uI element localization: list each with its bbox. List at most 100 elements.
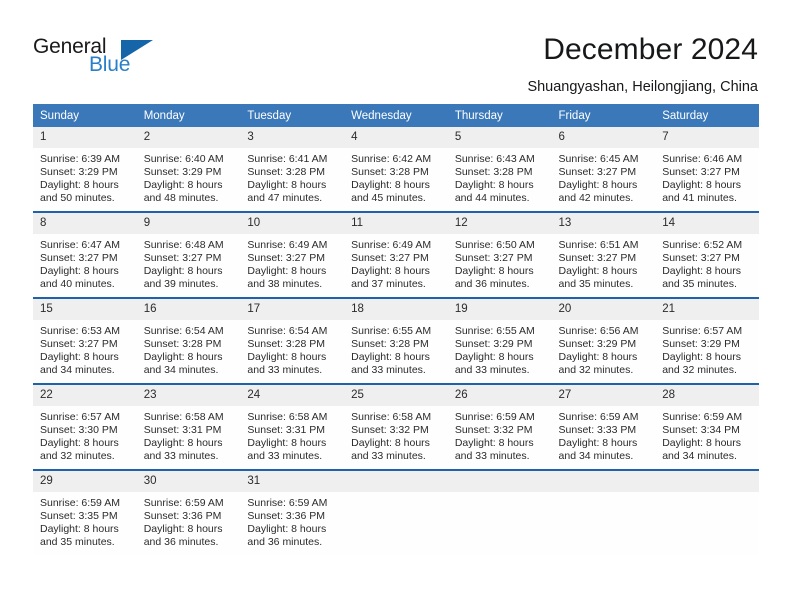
calendar-day-cell[interactable]: 20 Sunrise: 6:56 AM Sunset: 3:29 PM Dayligh…: [551, 297, 656, 384]
sunrise-text: Sunrise: 6:47 AM: [40, 239, 120, 251]
calendar-day-cell[interactable]: 13 Sunrise: 6:51 AM Sunset: 3:27 PM Dayligh…: [551, 211, 656, 298]
day-details: Sunrise: 6:49 AM Sunset: 3:27 PM Daylight:…: [344, 234, 448, 291]
calendar-day-cell[interactable]: 4 Sunrise: 6:42 AM Sunset: 3:28 PM Daylight…: [344, 127, 448, 212]
sunrise-text: Sunrise: 6:39 AM: [40, 153, 120, 165]
day-details: Sunrise: 6:59 AM Sunset: 3:36 PM Daylight:…: [137, 492, 241, 549]
daylight-text-line1: Daylight: 8 hours: [558, 179, 638, 192]
daylight-text-line2: and 34 minutes.: [558, 450, 634, 463]
calendar-day-cell-empty: [551, 469, 656, 555]
calendar-week-row: 8 Sunrise: 6:47 AM Sunset: 3:27 PM Daylight…: [33, 211, 759, 298]
calendar-day-cell[interactable]: 26 Sunrise: 6:59 AM Sunset: 3:32 PM Dayligh…: [447, 383, 552, 470]
sunset-text: Sunset: 3:28 PM: [351, 338, 429, 351]
day-details: Sunrise: 6:42 AM Sunset: 3:28 PM Daylight:…: [344, 148, 448, 205]
day-number: 15: [33, 299, 137, 320]
calendar-day-cell[interactable]: 19 Sunrise: 6:55 AM Sunset: 3:29 PM Dayligh…: [447, 297, 552, 384]
sunrise-text: Sunrise: 6:43 AM: [454, 153, 535, 165]
calendar-day-cell[interactable]: 12 Sunrise: 6:50 AM Sunset: 3:27 PM Dayligh…: [447, 211, 552, 298]
calendar-day-cell[interactable]: 30 Sunrise: 6:59 AM Sunset: 3:36 PM Dayligh…: [136, 469, 241, 555]
calendar-day-cell[interactable]: 3 Sunrise: 6:41 AM Sunset: 3:28 PM Daylight…: [240, 127, 345, 212]
calendar-day-cell-empty: [655, 469, 759, 555]
daylight-text-line2: and 47 minutes.: [247, 192, 323, 205]
daylight-text-line1: Daylight: 8 hours: [247, 437, 327, 450]
calendar-day-cell[interactable]: 31 Sunrise: 6:59 AM Sunset: 3:36 PM Dayligh…: [240, 469, 345, 555]
calendar-day-cell[interactable]: 23 Sunrise: 6:58 AM Sunset: 3:31 PM Dayligh…: [136, 383, 241, 470]
sunset-text: Sunset: 3:27 PM: [143, 252, 222, 265]
sunset-text: Sunset: 3:27 PM: [558, 252, 637, 265]
sunrise-text: Sunrise: 6:50 AM: [454, 239, 535, 251]
daylight-text-line2: and 38 minutes.: [247, 278, 323, 291]
sunrise-text: Sunrise: 6:59 AM: [558, 411, 639, 423]
calendar-day-cell[interactable]: 6 Sunrise: 6:45 AM Sunset: 3:27 PM Daylight…: [551, 127, 656, 212]
day-details: Sunrise: 6:56 AM Sunset: 3:29 PM Daylight:…: [552, 320, 656, 377]
calendar-day-cell[interactable]: 21 Sunrise: 6:57 AM Sunset: 3:29 PM Dayligh…: [655, 297, 759, 384]
calendar-day-cell[interactable]: 11 Sunrise: 6:49 AM Sunset: 3:27 PM Dayligh…: [344, 211, 448, 298]
daylight-text-line2: and 34 minutes.: [662, 450, 737, 463]
day-number: 8: [33, 213, 137, 234]
page-header: General Blue December 2024 Shuangyashan,…: [0, 0, 792, 98]
sunrise-text: Sunrise: 6:52 AM: [662, 239, 743, 251]
sunrise-text: Sunrise: 6:55 AM: [351, 325, 432, 337]
calendar-day-cell[interactable]: 24 Sunrise: 6:58 AM Sunset: 3:31 PM Dayligh…: [240, 383, 345, 470]
calendar-day-cell[interactable]: 7 Sunrise: 6:46 AM Sunset: 3:27 PM Daylight…: [655, 127, 759, 212]
day-details: Sunrise: 6:46 AM Sunset: 3:27 PM Daylight:…: [655, 148, 759, 205]
weekday-header-monday: Monday: [136, 104, 241, 127]
calendar-day-cell[interactable]: 9 Sunrise: 6:48 AM Sunset: 3:27 PM Daylight…: [136, 211, 241, 298]
daylight-text-line2: and 35 minutes.: [662, 278, 737, 291]
calendar-day-cell[interactable]: 28 Sunrise: 6:59 AM Sunset: 3:34 PM Dayligh…: [655, 383, 759, 470]
day-number: 13: [551, 213, 656, 234]
calendar-day-cell[interactable]: 10 Sunrise: 6:49 AM Sunset: 3:27 PM Dayligh…: [240, 211, 345, 298]
calendar-day-cell[interactable]: 22 Sunrise: 6:57 AM Sunset: 3:30 PM Dayligh…: [33, 383, 137, 470]
day-number: 12: [447, 213, 552, 234]
daylight-text-line2: and 37 minutes.: [351, 278, 426, 291]
day-details: Sunrise: 6:59 AM Sunset: 3:36 PM Daylight:…: [240, 492, 344, 549]
day-details: Sunrise: 6:41 AM Sunset: 3:28 PM Daylight:…: [240, 148, 344, 205]
calendar-day-cell[interactable]: 25 Sunrise: 6:58 AM Sunset: 3:32 PM Dayligh…: [344, 383, 448, 470]
day-number: 30: [136, 471, 241, 492]
calendar-day-cell[interactable]: 15 Sunrise: 6:53 AM Sunset: 3:27 PM Dayligh…: [33, 297, 137, 384]
day-details: Sunrise: 6:49 AM Sunset: 3:27 PM Daylight:…: [240, 234, 344, 291]
sunrise-text: Sunrise: 6:57 AM: [40, 411, 120, 423]
calendar-day-cell[interactable]: 8 Sunrise: 6:47 AM Sunset: 3:27 PM Daylight…: [33, 211, 137, 298]
sunset-text: Sunset: 3:27 PM: [454, 252, 533, 265]
sunset-text: Sunset: 3:29 PM: [662, 338, 740, 351]
daylight-text-line1: Daylight: 8 hours: [143, 523, 223, 536]
daylight-text-line2: and 42 minutes.: [558, 192, 634, 205]
daylight-text-line1: Daylight: 8 hours: [247, 351, 327, 364]
calendar-day-cell[interactable]: 5 Sunrise: 6:43 AM Sunset: 3:28 PM Daylight…: [447, 127, 552, 212]
day-number: 29: [33, 471, 137, 492]
weekday-header-thursday: Thursday: [447, 104, 552, 127]
day-details: Sunrise: 6:53 AM Sunset: 3:27 PM Daylight:…: [33, 320, 137, 377]
sunset-text: Sunset: 3:33 PM: [558, 424, 637, 437]
sunrise-text: Sunrise: 6:56 AM: [558, 325, 639, 337]
daylight-text-line2: and 50 minutes.: [40, 192, 115, 205]
sunrise-text: Sunrise: 6:49 AM: [247, 239, 328, 251]
calendar-day-cell[interactable]: 18 Sunrise: 6:55 AM Sunset: 3:28 PM Dayligh…: [344, 297, 448, 384]
calendar-day-cell[interactable]: 2 Sunrise: 6:40 AM Sunset: 3:29 PM Daylight…: [136, 127, 241, 212]
calendar-page: General Blue December 2024 Shuangyashan,…: [0, 0, 792, 612]
daylight-text-line1: Daylight: 8 hours: [143, 179, 223, 192]
calendar-day-cell[interactable]: 16 Sunrise: 6:54 AM Sunset: 3:28 PM Dayligh…: [136, 297, 241, 384]
day-details: Sunrise: 6:57 AM Sunset: 3:29 PM Daylight:…: [655, 320, 759, 377]
sunrise-text: Sunrise: 6:54 AM: [247, 325, 328, 337]
daylight-text-line2: and 40 minutes.: [40, 278, 115, 291]
calendar-day-cell[interactable]: 17 Sunrise: 6:54 AM Sunset: 3:28 PM Dayligh…: [240, 297, 345, 384]
calendar-day-cell-empty: [447, 469, 552, 555]
sunrise-text: Sunrise: 6:48 AM: [143, 239, 224, 251]
daylight-text-line2: and 36 minutes.: [454, 278, 530, 291]
calendar-day-cell[interactable]: 29 Sunrise: 6:59 AM Sunset: 3:35 PM Dayligh…: [33, 469, 137, 555]
day-number: [344, 471, 448, 492]
daylight-text-line2: and 33 minutes.: [454, 450, 530, 463]
calendar-day-cell[interactable]: 14 Sunrise: 6:52 AM Sunset: 3:27 PM Dayligh…: [655, 211, 759, 298]
calendar-day-cell[interactable]: 27 Sunrise: 6:59 AM Sunset: 3:33 PM Dayligh…: [551, 383, 656, 470]
daylight-text-line1: Daylight: 8 hours: [247, 265, 327, 278]
day-details: Sunrise: 6:48 AM Sunset: 3:27 PM Daylight:…: [137, 234, 241, 291]
brand-logo[interactable]: General Blue: [33, 36, 213, 84]
day-number: 1: [33, 127, 137, 148]
calendar-day-cell[interactable]: 1 Sunrise: 6:39 AM Sunset: 3:29 PM Daylight…: [33, 127, 137, 212]
sunset-text: Sunset: 3:27 PM: [662, 166, 740, 179]
day-number: 18: [344, 299, 448, 320]
daylight-text-line1: Daylight: 8 hours: [454, 265, 534, 278]
daylight-text-line1: Daylight: 8 hours: [40, 523, 119, 536]
day-details: Sunrise: 6:51 AM Sunset: 3:27 PM Daylight:…: [552, 234, 656, 291]
weekday-header-sunday: Sunday: [33, 104, 137, 127]
